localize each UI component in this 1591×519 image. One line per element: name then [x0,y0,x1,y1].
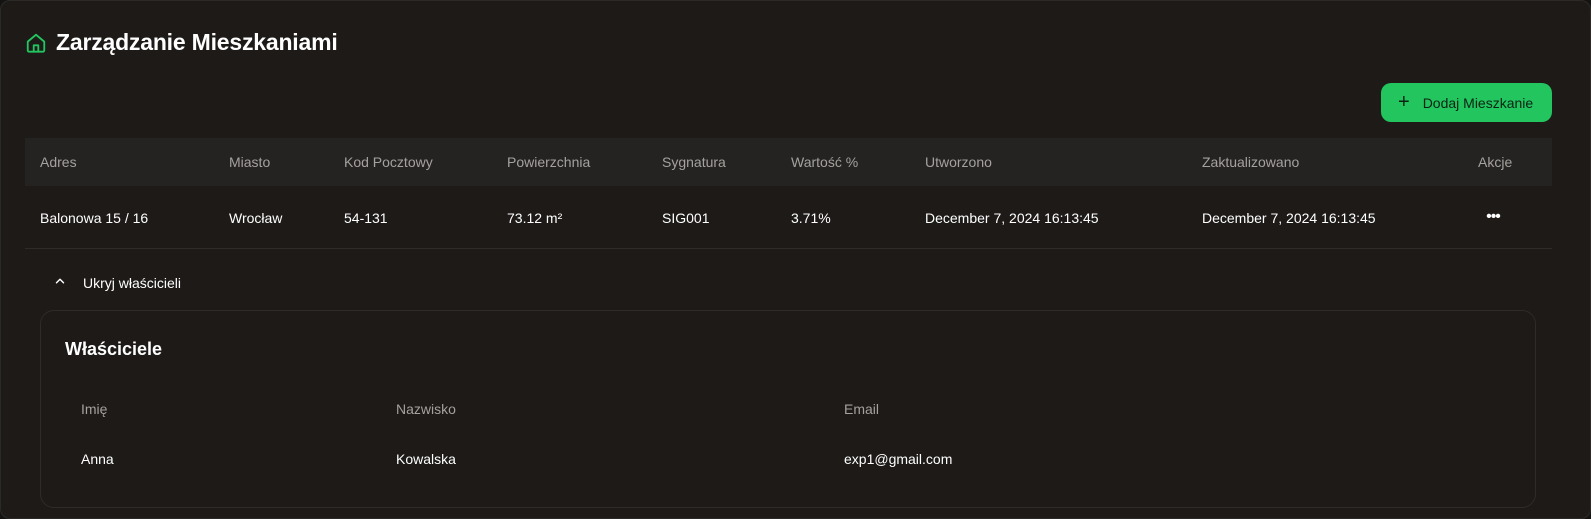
owner-first-name: Anna [81,451,114,467]
add-apartment-button[interactable]: + Dodaj Mieszkanie [1381,83,1552,122]
cell-city: Wrocław [229,210,283,226]
column-header-postal-code[interactable]: Kod Pocztowy [344,154,433,170]
column-header-signature[interactable]: Sygnatura [662,154,726,170]
add-apartment-label: Dodaj Mieszkanie [1422,94,1534,111]
page-title: Zarządzanie Mieszkaniami [56,29,338,55]
owner-email: exp1@gmail.com [844,451,953,467]
column-header-created[interactable]: Utworzono [925,154,992,170]
page-header: Zarządzanie Mieszkaniami [25,29,338,56]
cell-created: December 7, 2024 16:13:45 [925,210,1099,226]
owners-title: Właściciele [65,339,163,359]
owner-last-name: Kowalska [396,451,456,467]
cell-address: Balonowa 15 / 16 [40,210,149,226]
cell-value-percent: 3.71% [791,210,831,226]
toggle-owners-button[interactable]: Ukryj właścicieli [53,274,181,291]
owners-column-last-name: Nazwisko [396,401,456,417]
table-row[interactable]: Balonowa 15 / 16 Wrocław 54-131 73.12 m²… [25,186,1552,249]
cell-postal-code: 54-131 [344,210,388,226]
cell-area: 73.12 m² [507,210,563,226]
chevron-up-icon [53,274,67,291]
column-header-address[interactable]: Adres [40,154,77,170]
cell-signature: SIG001 [662,210,710,226]
column-header-value-percent[interactable]: Wartość % [791,154,858,170]
column-header-area[interactable]: Powierzchnia [507,154,590,170]
owners-column-email: Email [844,401,880,417]
owners-column-first-name: Imię [81,401,108,417]
more-horizontal-icon[interactable]: ••• [1478,202,1508,232]
owners-card: Właściciele Imię Nazwisko Email Anna Kow… [40,310,1536,508]
cell-updated: December 7, 2024 16:13:45 [1202,210,1376,226]
column-header-updated[interactable]: Zaktualizowano [1202,154,1299,170]
column-header-city[interactable]: Miasto [229,154,270,170]
apartments-table-header: Adres Miasto Kod Pocztowy Powierzchnia S… [25,138,1552,186]
apartments-panel: Zarządzanie Mieszkaniami + Dodaj Mieszka… [0,0,1591,519]
home-icon [25,32,47,54]
column-header-actions: Akcje [1478,154,1513,170]
plus-icon: + [1398,90,1410,113]
toggle-owners-label: Ukryj właścicieli [83,274,182,291]
